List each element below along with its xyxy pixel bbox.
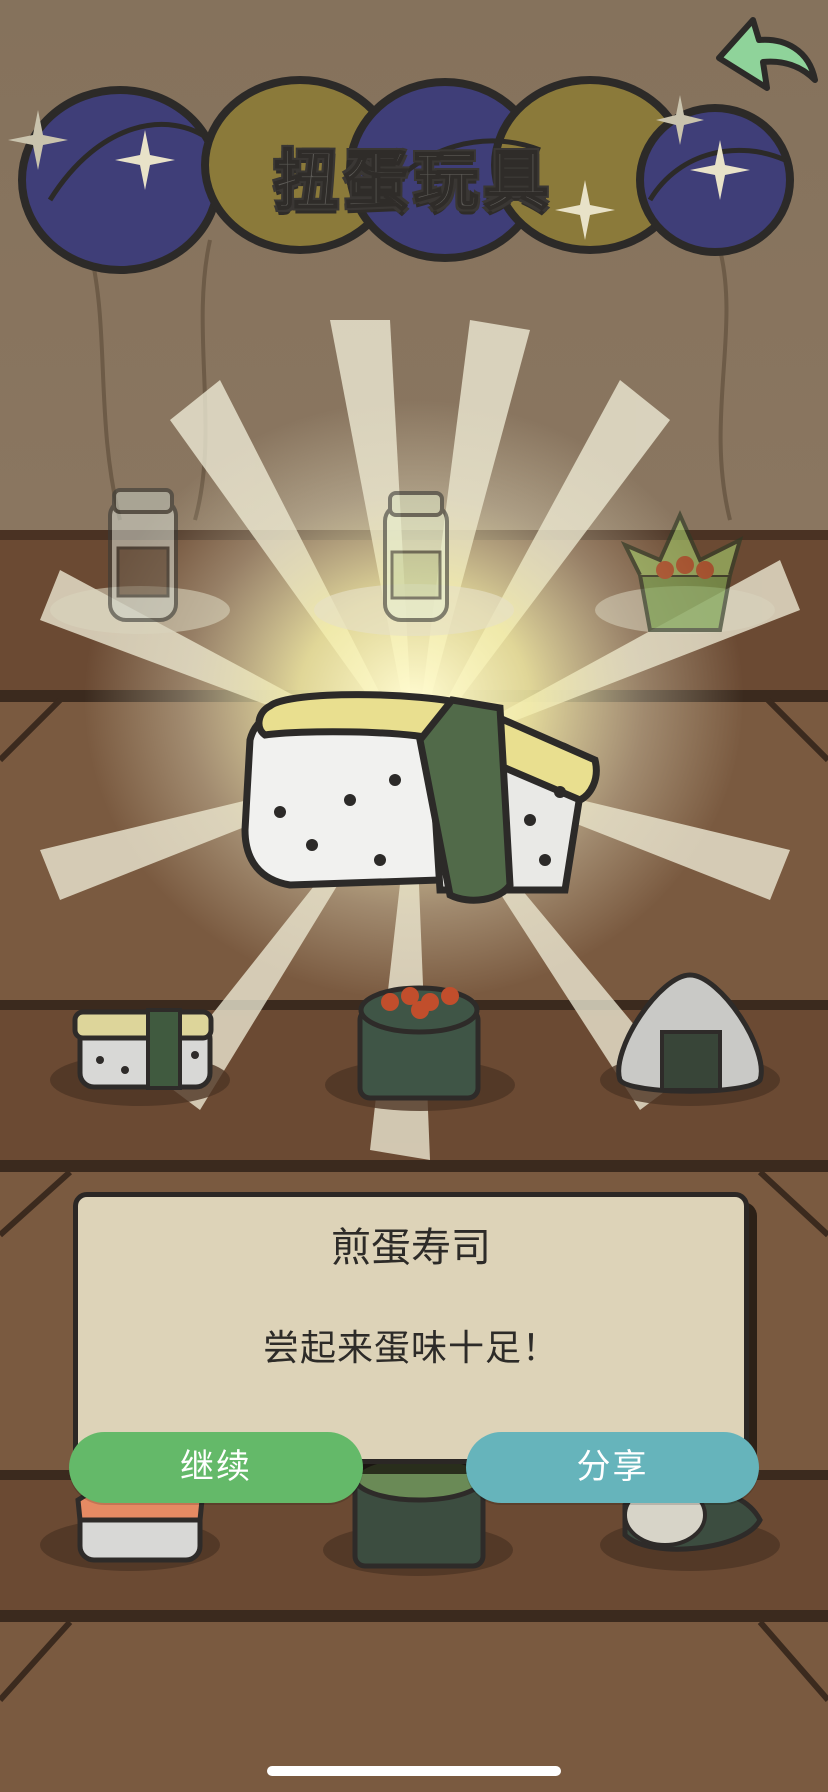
shelf-roll (352, 1453, 486, 1569)
continue-button[interactable]: 继续 (69, 1432, 363, 1503)
home-indicator[interactable] (267, 1766, 561, 1776)
gacha-scene: 扭蛋玩具 煎蛋寿司 尝起来蛋味十足！ 继续 分享 (0, 0, 828, 1792)
jar-middle (383, 491, 449, 622)
share-button[interactable]: 分享 (466, 1432, 759, 1503)
background-art (0, 0, 828, 1792)
page-title: 扭蛋玩具 (273, 144, 554, 220)
shelf-tamago (72, 1008, 214, 1090)
shelf-ikura (357, 985, 481, 1101)
back-arrow-icon[interactable] (705, 10, 821, 98)
item-description: 尝起来蛋味十足！ (262, 1328, 559, 1369)
reward-dialog: 煎蛋寿司 尝起来蛋味十足！ (73, 1192, 749, 1464)
item-name: 煎蛋寿司 (331, 1225, 491, 1271)
jar-left (108, 488, 178, 622)
